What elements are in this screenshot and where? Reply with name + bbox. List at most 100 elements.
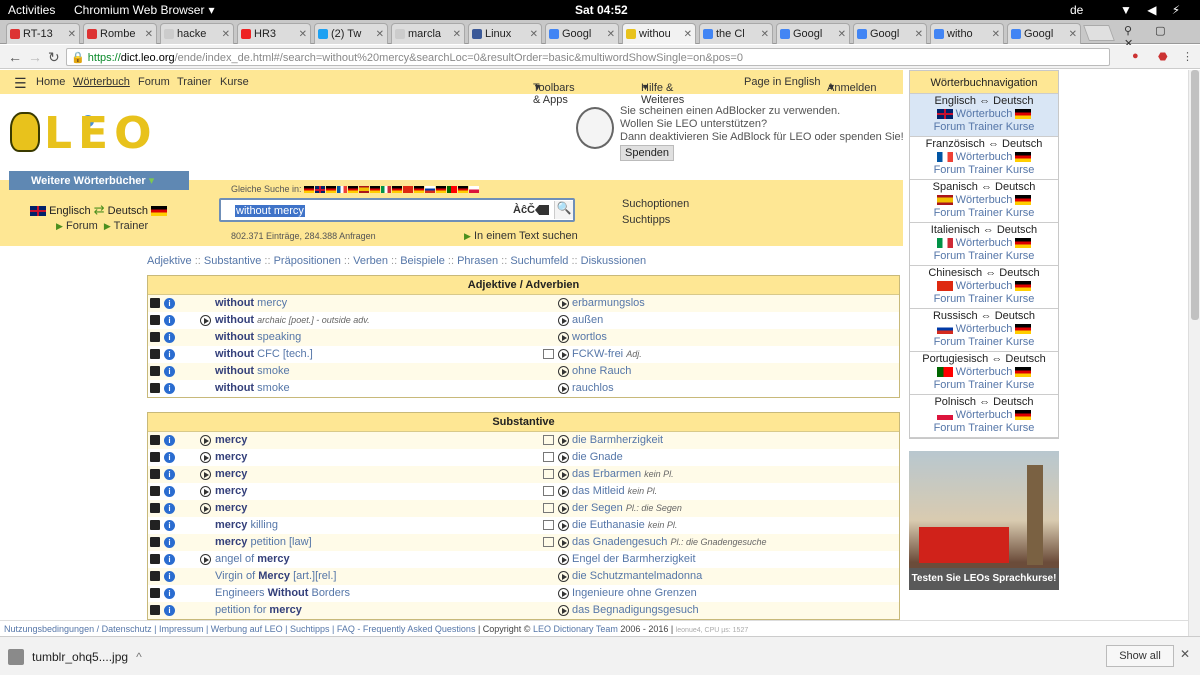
- entry-german[interactable]: die Euthanasie kein Pl.: [572, 519, 677, 531]
- flag-icon[interactable]: [348, 186, 359, 194]
- book-icon[interactable]: [543, 486, 554, 496]
- sidebar-lang-item[interactable]: Russisch ⇔ Deutsch Wörterbuch Forum Trai…: [910, 309, 1058, 352]
- category-link[interactable]: Diskussionen: [581, 255, 646, 267]
- lang-pair-name[interactable]: Russisch ⇔ Deutsch: [910, 310, 1058, 323]
- info-icon[interactable]: i: [164, 537, 175, 548]
- forum-trainer-kurse-links[interactable]: Forum Trainer Kurse: [910, 379, 1058, 392]
- leo-logo[interactable]: LEO: [8, 108, 168, 159]
- category-link[interactable]: Phrasen: [457, 255, 498, 267]
- category-link[interactable]: Verben: [353, 255, 388, 267]
- in-text-search-link[interactable]: ▶ In einem Text suchen: [464, 230, 578, 242]
- clear-icon[interactable]: [535, 205, 549, 215]
- extension-icon[interactable]: ●: [1132, 50, 1139, 62]
- browser-tab[interactable]: hacke ✕: [160, 23, 234, 44]
- category-link[interactable]: Suchumfeld: [510, 255, 568, 267]
- adblock-icon[interactable]: ⬣: [1158, 50, 1168, 63]
- audio-play-icon[interactable]: [558, 588, 569, 599]
- save-icon[interactable]: [150, 537, 160, 547]
- entry-english[interactable]: mercy killing: [215, 519, 278, 531]
- nav-home[interactable]: Home: [36, 76, 65, 88]
- entry-english[interactable]: without smoke: [215, 382, 290, 394]
- woerterbuch-link[interactable]: Wörterbuch: [956, 409, 1013, 421]
- info-icon[interactable]: i: [164, 383, 175, 394]
- save-icon[interactable]: [150, 503, 160, 513]
- entry-german[interactable]: wortlos: [572, 331, 607, 343]
- show-all-button[interactable]: Show all: [1106, 645, 1174, 667]
- close-tab-icon[interactable]: ✕: [1069, 29, 1077, 40]
- entry-english[interactable]: Engineers Without Borders: [215, 587, 350, 599]
- vertical-scrollbar[interactable]: [1188, 70, 1200, 636]
- woerterbuch-row[interactable]: Wörterbuch: [910, 280, 1058, 293]
- save-icon[interactable]: [150, 554, 160, 564]
- browser-tab[interactable]: Rombe ✕: [83, 23, 157, 44]
- woerterbuch-row[interactable]: Wörterbuch: [910, 237, 1058, 250]
- close-tab-icon[interactable]: ✕: [145, 29, 153, 40]
- browser-tab[interactable]: HR3 ✕: [237, 23, 311, 44]
- back-button[interactable]: ←: [8, 49, 22, 65]
- book-icon[interactable]: [543, 349, 554, 359]
- promo-banner[interactable]: Testen Sie LEOs Sprachkurse!: [909, 451, 1059, 590]
- lang-pair-name[interactable]: Polnisch ⇔ Deutsch: [910, 396, 1058, 409]
- close-tab-icon[interactable]: ✕: [530, 29, 538, 40]
- book-icon[interactable]: [543, 537, 554, 547]
- footer-team[interactable]: LEO Dictionary Team: [533, 624, 618, 634]
- entry-german[interactable]: Engel der Barmherzigkeit: [572, 553, 696, 565]
- book-icon[interactable]: [543, 469, 554, 479]
- book-icon[interactable]: [543, 435, 554, 445]
- audio-play-icon[interactable]: [200, 486, 211, 497]
- info-icon[interactable]: i: [164, 469, 175, 480]
- hamburger-icon[interactable]: ☰: [14, 75, 27, 92]
- flag-icon[interactable]: [425, 186, 436, 194]
- entry-english[interactable]: mercy petition [law]: [215, 536, 312, 548]
- flag-icon[interactable]: [315, 186, 326, 194]
- woerterbuch-link[interactable]: Wörterbuch: [956, 366, 1013, 378]
- entry-german[interactable]: außen: [572, 314, 603, 326]
- woerterbuch-link[interactable]: Wörterbuch: [956, 108, 1013, 120]
- sidebar-lang-item[interactable]: Spanisch ⇔ Deutsch Wörterbuch Forum Trai…: [910, 180, 1058, 223]
- category-link[interactable]: Beispiele: [400, 255, 445, 267]
- lang-pair-name[interactable]: Französisch ⇔ Deutsch: [910, 138, 1058, 151]
- save-icon[interactable]: [150, 452, 160, 462]
- save-icon[interactable]: [150, 349, 160, 359]
- save-icon[interactable]: [150, 520, 160, 530]
- entry-german[interactable]: die Gnade: [572, 451, 623, 463]
- lang-pair-name[interactable]: Portugiesisch ⇔ Deutsch: [910, 353, 1058, 366]
- audio-play-icon[interactable]: [200, 469, 211, 480]
- browser-tab[interactable]: RT-13 ✕: [6, 23, 80, 44]
- woerterbuch-link[interactable]: Wörterbuch: [956, 151, 1013, 163]
- entry-english[interactable]: petition for mercy: [215, 604, 302, 616]
- entry-german[interactable]: FCKW-frei Adj.: [572, 348, 642, 360]
- input-language[interactable]: de: [1070, 3, 1083, 17]
- close-tab-icon[interactable]: ✕: [992, 29, 1000, 40]
- nav-english[interactable]: Page in English: [744, 76, 820, 88]
- address-bar[interactable]: 🔒 https://dict.leo.org/ende/index_de.htm…: [66, 48, 1110, 66]
- woerterbuch-link[interactable]: Wörterbuch: [956, 280, 1013, 292]
- link-trainer[interactable]: Trainer: [114, 220, 148, 232]
- weitere-woerterbuecher-button[interactable]: Weitere Wörterbücher ▾: [9, 171, 189, 190]
- new-tab-button[interactable]: [1083, 25, 1115, 41]
- nav-forum[interactable]: Forum: [138, 76, 170, 88]
- flag-icon[interactable]: [458, 186, 469, 194]
- suchoptionen-link[interactable]: Suchoptionen: [622, 196, 689, 212]
- entry-german[interactable]: die Barmherzigkeit: [572, 434, 663, 446]
- audio-play-icon[interactable]: [558, 605, 569, 616]
- save-icon[interactable]: [150, 605, 160, 615]
- close-tab-icon[interactable]: ✕: [838, 29, 846, 40]
- forward-button[interactable]: →: [28, 49, 42, 65]
- category-link[interactable]: Präpositionen: [274, 255, 341, 267]
- info-icon[interactable]: i: [164, 588, 175, 599]
- woerterbuch-link[interactable]: Wörterbuch: [956, 194, 1013, 206]
- flag-icon[interactable]: [381, 186, 392, 194]
- entry-english[interactable]: without smoke: [215, 365, 290, 377]
- audio-play-icon[interactable]: [558, 503, 569, 514]
- audio-play-icon[interactable]: [558, 349, 569, 360]
- save-icon[interactable]: [150, 588, 160, 598]
- audio-play-icon[interactable]: [558, 366, 569, 377]
- audio-play-icon[interactable]: [558, 452, 569, 463]
- info-icon[interactable]: i: [164, 571, 175, 582]
- browser-tab[interactable]: Googl ✕: [853, 23, 927, 44]
- sidebar-lang-item[interactable]: Polnisch ⇔ Deutsch Wörterbuch Forum Trai…: [910, 395, 1058, 438]
- close-tab-icon[interactable]: ✕: [761, 29, 769, 40]
- save-icon[interactable]: [150, 435, 160, 445]
- entry-german[interactable]: erbarmungslos: [572, 297, 645, 309]
